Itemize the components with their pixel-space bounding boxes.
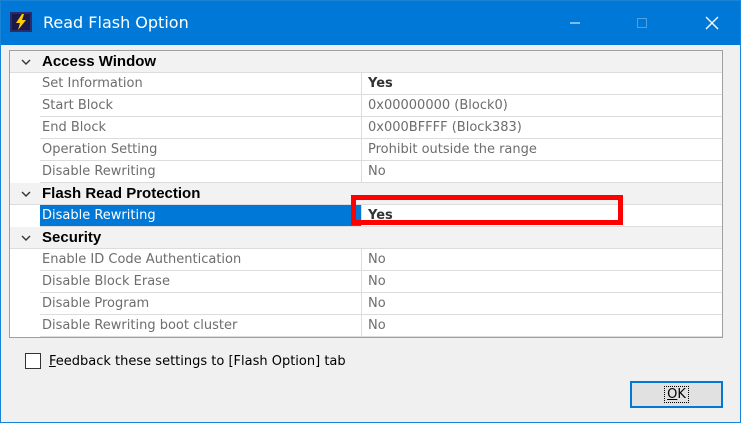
minimize-button[interactable] [552,1,598,45]
property-value[interactable]: 0x000BFFFF (Block383) [362,117,722,139]
property-row[interactable]: Operation Setting Prohibit outside the r… [10,139,722,161]
mnemonic-letter: O [667,387,678,402]
property-name: Start Block [40,95,362,117]
checkbox-label-text: eedback these settings to [Flash Option]… [55,353,346,369]
property-value[interactable]: No [362,249,722,271]
property-row[interactable]: Enable ID Code Authentication No [10,249,722,271]
chevron-down-icon[interactable] [20,188,32,200]
property-name: Disable Block Erase [40,271,362,293]
property-name: Operation Setting [40,139,362,161]
read-flash-option-dialog: Read Flash Option Access Window Set Info… [0,0,741,423]
property-name: Set Information [40,73,362,95]
property-row[interactable]: Disable Rewriting boot cluster No [10,315,722,337]
maximize-icon [637,18,647,28]
feedback-checkbox-row[interactable]: Feedback these settings to [Flash Option… [25,351,346,371]
property-name: Disable Rewriting [40,161,362,183]
window-title: Read Flash Option [43,13,189,32]
chevron-down-icon[interactable] [20,56,32,68]
property-value[interactable]: No [362,161,722,183]
category-label: Security [42,229,102,246]
property-name: End Block [40,117,362,139]
property-name: Disable Program [40,293,362,315]
property-name: Disable Rewriting boot cluster [40,315,362,337]
minimize-icon [570,22,580,24]
property-row[interactable]: Set Information Yes [10,73,722,95]
category-access-window[interactable]: Access Window [10,51,722,73]
property-row[interactable]: Disable Block Erase No [10,271,722,293]
property-row[interactable]: Start Block 0x00000000 (Block0) [10,95,722,117]
chevron-down-icon[interactable] [20,232,32,244]
feedback-checkbox[interactable] [25,353,41,369]
category-security[interactable]: Security [10,227,722,249]
property-value[interactable]: Yes [362,73,722,95]
property-row[interactable]: End Block 0x000BFFFF (Block383) [10,117,722,139]
property-name: Disable Rewriting [40,205,362,227]
category-label: Flash Read Protection [42,185,201,202]
category-label: Access Window [42,53,157,70]
close-button[interactable] [689,1,735,45]
property-name: Enable ID Code Authentication [40,249,362,271]
property-value[interactable]: No [362,271,722,293]
property-value[interactable]: Prohibit outside the range [362,139,722,161]
maximize-button[interactable] [619,1,665,45]
title-bar: Read Flash Option [1,1,740,45]
annotation-highlight-box [351,195,623,225]
close-icon [705,16,719,30]
property-value[interactable]: No [362,315,722,337]
mnemonic-letter: F [49,353,56,369]
ok-button-label: OK [664,386,689,403]
property-row[interactable]: Disable Program No [10,293,722,315]
property-row[interactable]: Disable Rewriting No [10,161,722,183]
property-value[interactable]: No [362,293,722,315]
property-grid[interactable]: Access Window Set Information Yes Start … [9,50,723,338]
app-logo-icon [10,12,32,32]
feedback-checkbox-label[interactable]: Feedback these settings to [Flash Option… [49,354,346,369]
ok-button[interactable]: OK [630,381,723,408]
property-value[interactable]: 0x00000000 (Block0) [362,95,722,117]
